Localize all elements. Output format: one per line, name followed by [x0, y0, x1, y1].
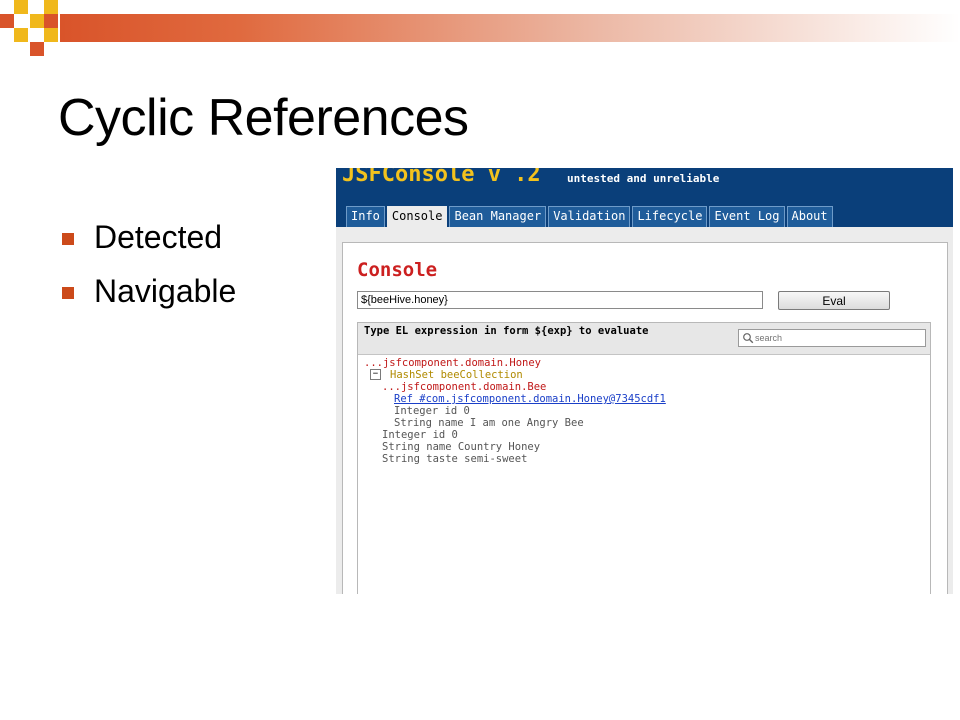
- jsfconsole-screenshot: JSFConsole v .2 untested and unreliable …: [336, 168, 953, 594]
- tree-node[interactable]: ...jsfcomponent.domain.Honey: [364, 357, 541, 369]
- decor-square: [30, 14, 44, 28]
- tree-leaf: Integer id 0: [394, 405, 470, 417]
- console-heading: Console: [357, 259, 438, 281]
- result-toolbar: Type EL expression in form ${exp} to eva…: [358, 323, 930, 355]
- search-input[interactable]: [755, 331, 921, 344]
- tab-console[interactable]: Console: [386, 206, 448, 228]
- app-header: JSFConsole v .2 untested and unreliable …: [336, 168, 953, 228]
- decor-square: [14, 0, 28, 14]
- decor-square: [44, 28, 58, 42]
- decor-square: [30, 42, 44, 56]
- tree-leaf: String name Country Honey: [382, 441, 541, 453]
- bullet-text: Detected: [94, 219, 223, 255]
- bullet-item: Detected: [60, 216, 236, 270]
- tree-node[interactable]: ...jsfcomponent.domain.Bee: [382, 381, 546, 393]
- tree-leaf: Integer id 0: [382, 429, 458, 441]
- search-box[interactable]: [738, 329, 926, 347]
- prompt-text: Type EL expression in form ${exp} to eva…: [364, 325, 649, 337]
- tab-info[interactable]: Info: [346, 206, 385, 227]
- search-icon: [743, 333, 754, 344]
- tree-leaf: String name I am one Angry Bee: [394, 417, 584, 429]
- header-gradient-bar: [60, 14, 960, 42]
- tree-node[interactable]: HashSet beeCollection: [390, 369, 523, 381]
- tree-leaf: String taste semi-sweet: [382, 453, 528, 465]
- result-panel: Type EL expression in form ${exp} to eva…: [357, 322, 931, 594]
- tab-bean-manager[interactable]: Bean Manager: [449, 206, 547, 227]
- console-content: Console Eval Type EL expression in form …: [342, 242, 948, 594]
- decor-square: [44, 14, 58, 28]
- tab-about[interactable]: About: [786, 206, 833, 227]
- bullet-list: Detected Navigable: [60, 216, 236, 324]
- decor-square: [44, 0, 58, 14]
- collapse-toggle-icon[interactable]: −: [370, 369, 381, 380]
- tab-event-log[interactable]: Event Log: [709, 206, 785, 227]
- decor-square: [0, 14, 14, 28]
- bullet-item: Navigable: [60, 270, 236, 324]
- ref-link[interactable]: Ref #com.jsfcomponent.domain.Honey@7345c…: [394, 393, 666, 405]
- bullet-text: Navigable: [94, 273, 237, 309]
- app-tagline: untested and unreliable: [567, 172, 720, 185]
- square-bullet-icon: [62, 287, 74, 299]
- app-name: JSFConsole v .2: [342, 168, 541, 187]
- tab-bar: Info Console Bean Manager Validation Lif…: [346, 206, 835, 228]
- tab-lifecycle[interactable]: Lifecycle: [632, 206, 708, 227]
- slide-title: Cyclic References: [58, 89, 469, 147]
- square-bullet-icon: [62, 233, 74, 245]
- tab-validation[interactable]: Validation: [548, 206, 631, 227]
- expression-input[interactable]: [357, 291, 763, 309]
- eval-button[interactable]: Eval: [778, 291, 890, 310]
- decor-square: [14, 28, 28, 42]
